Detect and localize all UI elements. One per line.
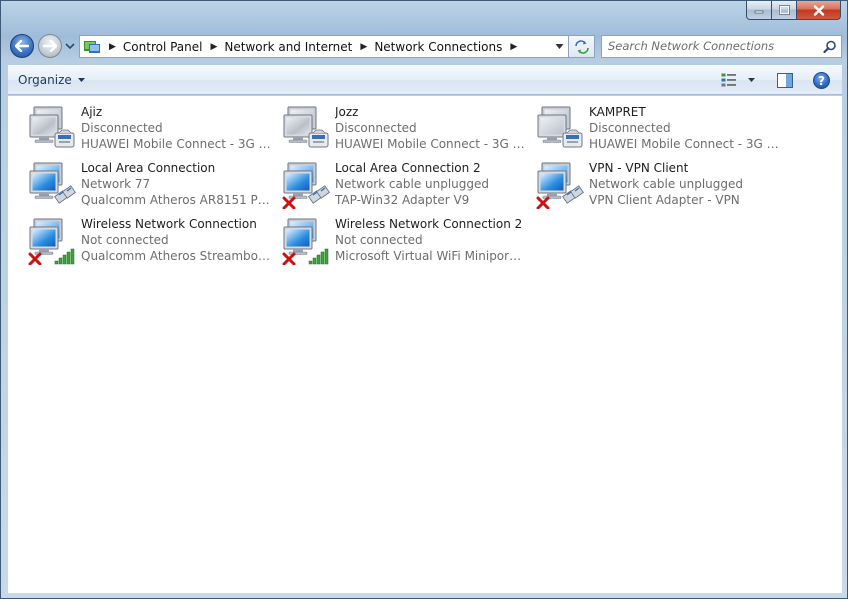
connection-details: Ajiz Disconnected HUAWEI Mobile Connect … (81, 104, 271, 152)
arrow-right-icon (43, 40, 57, 52)
connection-name: Ajiz (81, 105, 103, 119)
address-history-chevron-down-icon[interactable] (555, 43, 564, 50)
command-bar: Organize ? (8, 65, 842, 95)
close-icon (813, 4, 824, 16)
connection-details: VPN - VPN Client Network cable unplugged… (589, 160, 779, 208)
help-button[interactable]: ? (813, 72, 830, 89)
breadcrumb-separator-icon[interactable]: ▶ (109, 42, 116, 52)
search-input[interactable] (608, 39, 820, 53)
connection-name: Jozz (335, 105, 359, 119)
ethernet-connection-icon (536, 162, 584, 209)
ethernet-connection-icon (29, 162, 76, 204)
preview-pane-button[interactable] (777, 73, 793, 91)
connection-details: Local Area Connection 2 Network cable un… (335, 160, 525, 208)
organize-label: Organize (18, 73, 72, 87)
navigation-row: ▶ Control Panel ▶ Network and Internet ▶… (1, 31, 848, 61)
connections-pane: Ajiz Disconnected HUAWEI Mobile Connect … (8, 96, 842, 593)
dialup-connection-icon (283, 106, 329, 148)
search-icon[interactable] (823, 40, 837, 54)
connection-status: Disconnected (81, 121, 163, 135)
breadcrumb-control-panel[interactable]: Control Panel (123, 40, 203, 54)
breadcrumb-separator-icon[interactable]: ▶ (360, 42, 367, 52)
connection-details: Wireless Network Connection Not connecte… (81, 216, 271, 264)
connection-status: Disconnected (335, 121, 417, 135)
forward-button[interactable] (38, 34, 62, 58)
arrow-left-icon (15, 40, 29, 52)
maximize-button[interactable] (772, 1, 797, 20)
connection-details: KAMPRET Disconnected HUAWEI Mobile Conne… (589, 104, 779, 152)
minimize-icon (754, 10, 764, 14)
connection-device: TAP-Win32 Adapter V9 (335, 193, 470, 207)
recent-pages-chevron-down-icon[interactable] (65, 42, 75, 50)
view-options-chevron-down-icon[interactable] (748, 78, 755, 82)
connection-item[interactable]: Local Area Connection 2 Network cable un… (272, 157, 522, 209)
change-view-button[interactable] (721, 73, 737, 87)
connection-details: Wireless Network Connection 2 Not connec… (335, 216, 525, 264)
window-frame: ▶ Control Panel ▶ Network and Internet ▶… (0, 0, 848, 599)
minimize-button[interactable] (746, 1, 772, 20)
refresh-button[interactable] (569, 35, 595, 58)
connection-name: Local Area Connection 2 (335, 161, 481, 175)
search-box[interactable] (601, 35, 842, 58)
breadcrumb-separator-icon[interactable]: ▶ (510, 42, 517, 52)
close-button[interactable] (797, 1, 841, 20)
breadcrumb-network-connections[interactable]: Network Connections (374, 40, 502, 54)
connection-status: Network 77 (81, 177, 151, 191)
connection-device: VPN Client Adapter - VPN (589, 193, 740, 207)
connection-status: Network cable unplugged (589, 177, 744, 191)
connection-device: Qualcomm Atheros Streamboost ... (81, 249, 271, 263)
network-connections-folder-icon (84, 40, 100, 53)
connection-name: VPN - VPN Client (589, 161, 689, 175)
organize-menu-button[interactable]: Organize (18, 73, 85, 87)
maximize-icon (778, 5, 790, 15)
connection-device: HUAWEI Mobile Connect - 3G M... (81, 137, 271, 151)
connection-name: KAMPRET (589, 105, 646, 119)
connection-item[interactable]: KAMPRET Disconnected HUAWEI Mobile Conne… (526, 101, 779, 153)
connection-item[interactable]: Wireless Network Connection Not connecte… (18, 213, 271, 265)
connection-device: Microsoft Virtual WiFi Miniport A... (335, 249, 525, 263)
connection-item[interactable]: Jozz Disconnected HUAWEI Mobile Connect … (272, 101, 525, 153)
caption-buttons (746, 1, 841, 21)
wireless-connection-icon (282, 218, 329, 265)
connection-name: Wireless Network Connection 2 (335, 217, 523, 231)
connection-item[interactable]: Wireless Network Connection 2 Not connec… (272, 213, 525, 265)
breadcrumb-separator-icon[interactable]: ▶ (211, 42, 218, 52)
view-details-icon (721, 73, 736, 87)
connection-status: Disconnected (589, 121, 671, 135)
chevron-down-icon (77, 78, 85, 82)
connection-device: HUAWEI Mobile Connect - 3G M... (335, 137, 525, 151)
connection-device: Qualcomm Atheros AR8151 PCI-E... (81, 193, 271, 207)
connection-details: Jozz Disconnected HUAWEI Mobile Connect … (335, 104, 525, 152)
connection-name: Local Area Connection (81, 161, 216, 175)
connection-item[interactable]: Local Area Connection Network 77 Qualcom… (18, 157, 271, 209)
connection-item[interactable]: VPN - VPN Client Network cable unplugged… (526, 157, 776, 209)
connection-status: Not connected (335, 233, 423, 247)
dialup-connection-icon (29, 106, 75, 148)
address-bar[interactable]: ▶ Control Panel ▶ Network and Internet ▶… (79, 35, 569, 58)
dialup-connection-icon (537, 106, 583, 148)
wireless-connection-icon (28, 218, 75, 265)
ethernet-connection-icon (282, 162, 330, 209)
connection-status: Network cable unplugged (335, 177, 490, 191)
preview-pane-icon (777, 73, 793, 88)
refresh-icon (574, 39, 589, 54)
connection-name: Wireless Network Connection (81, 217, 257, 231)
connection-details: Local Area Connection Network 77 Qualcom… (81, 160, 271, 208)
connection-status: Not connected (81, 233, 169, 247)
connection-item[interactable]: Ajiz Disconnected HUAWEI Mobile Connect … (18, 101, 271, 153)
connection-device: HUAWEI Mobile Connect - 3G M... (589, 137, 779, 151)
breadcrumb-network-and-internet[interactable]: Network and Internet (224, 40, 352, 54)
back-button[interactable] (10, 34, 34, 58)
